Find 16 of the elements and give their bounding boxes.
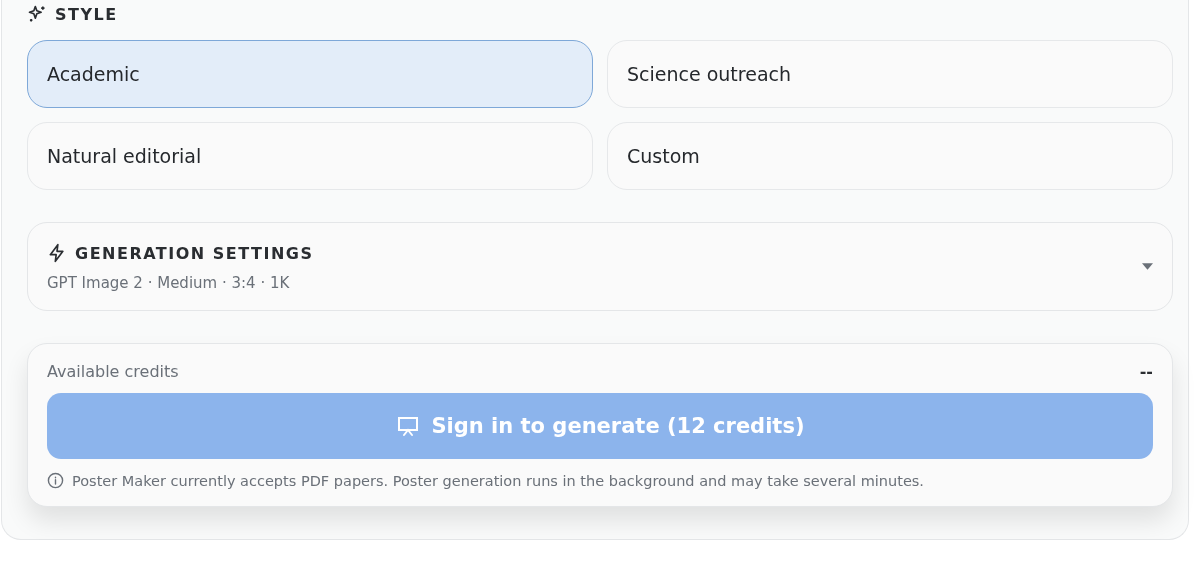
style-option[interactable]: Academic <box>27 40 593 108</box>
info-note: Poster Maker currently accepts PDF papers. Poster generation runs in the background and may take several minutes. <box>72 472 924 489</box>
lightning-icon <box>47 243 67 263</box>
style-option[interactable]: Natural editorial <box>27 122 593 190</box>
sparkles-icon <box>27 4 47 24</box>
credits-label: Available credits <box>47 362 179 381</box>
credits-value: -- <box>1139 362 1153 381</box>
caret-icon <box>1142 263 1153 270</box>
settings-card[interactable]: GENERATION SETTINGS GPT Image 2 · Medium · 3:4 · 1K <box>27 222 1173 311</box>
style-option[interactable]: Custom <box>607 122 1173 190</box>
settings-summary: GPT Image 2 · Medium · 3:4 · 1K <box>47 274 291 292</box>
section-heading: STYLE <box>55 4 118 24</box>
info-icon <box>47 472 64 489</box>
style-option[interactable]: Science outreach <box>607 40 1173 108</box>
section-heading: GENERATION SETTINGS <box>75 243 314 263</box>
presentation-board-icon <box>395 414 420 438</box>
